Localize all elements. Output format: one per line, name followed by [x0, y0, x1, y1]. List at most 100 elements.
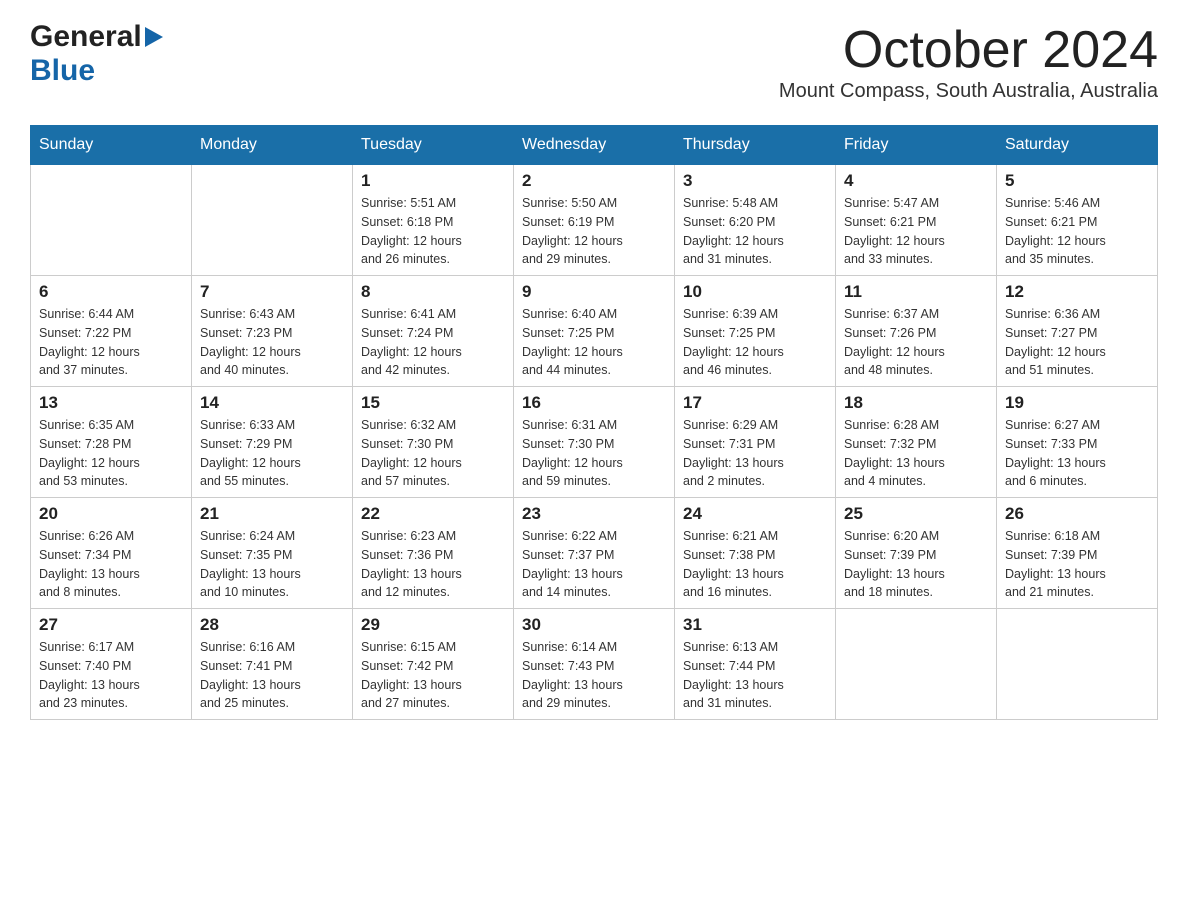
- day-number: 25: [844, 504, 988, 524]
- calendar-cell: 2 Sunrise: 5:50 AMSunset: 6:19 PMDaylight…: [514, 165, 675, 276]
- day-number: 15: [361, 393, 505, 413]
- calendar-cell: 19Sunrise: 6:27 AMSunset: 7:33 PMDayligh…: [997, 387, 1158, 498]
- day-info: Sunrise: 6:35 AMSunset: 7:28 PMDaylight:…: [39, 416, 183, 491]
- day-number: 28: [200, 615, 344, 635]
- month-title: October 2024: [779, 20, 1158, 80]
- day-info: Sunrise: 6:44 AMSunset: 7:22 PMDaylight:…: [39, 305, 183, 380]
- calendar-cell: 1Sunrise: 5:51 AMSunset: 6:18 PMDaylight…: [353, 165, 514, 276]
- day-info: Sunrise: 6:36 AMSunset: 7:27 PMDaylight:…: [1005, 305, 1149, 380]
- calendar-cell: 21 Sunrise: 6:24 AMSunset: 7:35 PMDayligh…: [192, 498, 353, 609]
- calendar-cell: 8Sunrise: 6:41 AMSunset: 7:24 PMDaylight…: [353, 276, 514, 387]
- day-info: Sunrise: 6:33 AMSunset: 7:29 PMDaylight:…: [200, 416, 344, 491]
- day-number: 7: [200, 282, 344, 302]
- day-number: 26: [1005, 504, 1149, 524]
- day-info: Sunrise: 6:17 AMSunset: 7:40 PMDaylight:…: [39, 638, 183, 713]
- day-number: 6: [39, 282, 183, 302]
- day-number: 23: [522, 504, 666, 524]
- logo: General Blue: [30, 20, 163, 88]
- calendar-cell: 26 Sunrise: 6:18 AMSunset: 7:39 PMDayligh…: [997, 498, 1158, 609]
- day-info: Sunrise: 6:21 AMSunset: 7:38 PMDaylight:…: [683, 527, 827, 602]
- calendar-cell: 4 Sunrise: 5:47 AMSunset: 6:21 PMDaylight…: [836, 165, 997, 276]
- calendar-cell: 28Sunrise: 6:16 AMSunset: 7:41 PMDayligh…: [192, 609, 353, 720]
- calendar-cell: 29Sunrise: 6:15 AMSunset: 7:42 PMDayligh…: [353, 609, 514, 720]
- day-number: 2: [522, 171, 666, 191]
- day-number: 1: [361, 171, 505, 191]
- calendar-cell: 13 Sunrise: 6:35 AMSunset: 7:28 PMDayligh…: [31, 387, 192, 498]
- day-info: Sunrise: 6:20 AMSunset: 7:39 PMDaylight:…: [844, 527, 988, 602]
- day-number: 10: [683, 282, 827, 302]
- weekday-header-friday: Friday: [836, 126, 997, 165]
- day-number: 5: [1005, 171, 1149, 191]
- day-info: Sunrise: 5:48 AMSunset: 6:20 PMDaylight:…: [683, 194, 827, 269]
- logo-general: General: [30, 20, 142, 54]
- day-info: Sunrise: 6:43 AMSunset: 7:23 PMDaylight:…: [200, 305, 344, 380]
- title-block: October 2024 Mount Compass, South Austra…: [779, 20, 1158, 117]
- day-number: 3: [683, 171, 827, 191]
- day-number: 19: [1005, 393, 1149, 413]
- day-number: 31: [683, 615, 827, 635]
- day-number: 20: [39, 504, 183, 524]
- calendar-cell: 24 Sunrise: 6:21 AMSunset: 7:38 PMDayligh…: [675, 498, 836, 609]
- day-number: 24: [683, 504, 827, 524]
- day-number: 4: [844, 171, 988, 191]
- weekday-header-sunday: Sunday: [31, 126, 192, 165]
- weekday-header-thursday: Thursday: [675, 126, 836, 165]
- day-info: Sunrise: 5:47 AMSunset: 6:21 PMDaylight:…: [844, 194, 988, 269]
- day-number: 9: [522, 282, 666, 302]
- calendar-week-row: 1Sunrise: 5:51 AMSunset: 6:18 PMDaylight…: [31, 165, 1158, 276]
- calendar-cell: 5 Sunrise: 5:46 AMSunset: 6:21 PMDaylight…: [997, 165, 1158, 276]
- calendar-week-row: 20 Sunrise: 6:26 AMSunset: 7:34 PMDayligh…: [31, 498, 1158, 609]
- calendar-cell: 17Sunrise: 6:29 AMSunset: 7:31 PMDayligh…: [675, 387, 836, 498]
- day-info: Sunrise: 5:50 AMSunset: 6:19 PMDaylight:…: [522, 194, 666, 269]
- day-number: 14: [200, 393, 344, 413]
- day-info: Sunrise: 6:37 AMSunset: 7:26 PMDaylight:…: [844, 305, 988, 380]
- day-info: Sunrise: 5:46 AMSunset: 6:21 PMDaylight:…: [1005, 194, 1149, 269]
- calendar-cell: 10 Sunrise: 6:39 AMSunset: 7:25 PMDayligh…: [675, 276, 836, 387]
- day-number: 30: [522, 615, 666, 635]
- calendar-cell: 6 Sunrise: 6:44 AMSunset: 7:22 PMDaylight…: [31, 276, 192, 387]
- calendar-cell: 14 Sunrise: 6:33 AMSunset: 7:29 PMDayligh…: [192, 387, 353, 498]
- weekday-header-monday: Monday: [192, 126, 353, 165]
- day-number: 22: [361, 504, 505, 524]
- day-number: 13: [39, 393, 183, 413]
- calendar-table: SundayMondayTuesdayWednesdayThursdayFrid…: [30, 125, 1158, 720]
- calendar-cell: [836, 609, 997, 720]
- calendar-cell: 18 Sunrise: 6:28 AMSunset: 7:32 PMDayligh…: [836, 387, 997, 498]
- calendar-cell: 12 Sunrise: 6:36 AMSunset: 7:27 PMDayligh…: [997, 276, 1158, 387]
- calendar-cell: 20 Sunrise: 6:26 AMSunset: 7:34 PMDayligh…: [31, 498, 192, 609]
- calendar-cell: 16Sunrise: 6:31 AMSunset: 7:30 PMDayligh…: [514, 387, 675, 498]
- day-number: 11: [844, 282, 988, 302]
- day-info: Sunrise: 6:29 AMSunset: 7:31 PMDaylight:…: [683, 416, 827, 491]
- day-info: Sunrise: 6:13 AMSunset: 7:44 PMDaylight:…: [683, 638, 827, 713]
- weekday-header-tuesday: Tuesday: [353, 126, 514, 165]
- logo-blue: Blue: [30, 54, 95, 87]
- day-info: Sunrise: 6:28 AMSunset: 7:32 PMDaylight:…: [844, 416, 988, 491]
- calendar-week-row: 13 Sunrise: 6:35 AMSunset: 7:28 PMDayligh…: [31, 387, 1158, 498]
- calendar-cell: 23 Sunrise: 6:22 AMSunset: 7:37 PMDayligh…: [514, 498, 675, 609]
- location-title: Mount Compass, South Australia, Australi…: [779, 80, 1158, 103]
- calendar-cell: 27 Sunrise: 6:17 AMSunset: 7:40 PMDayligh…: [31, 609, 192, 720]
- day-info: Sunrise: 6:14 AMSunset: 7:43 PMDaylight:…: [522, 638, 666, 713]
- calendar-cell: [192, 165, 353, 276]
- calendar-cell: 22Sunrise: 6:23 AMSunset: 7:36 PMDayligh…: [353, 498, 514, 609]
- day-number: 21: [200, 504, 344, 524]
- day-info: Sunrise: 6:18 AMSunset: 7:39 PMDaylight:…: [1005, 527, 1149, 602]
- day-number: 12: [1005, 282, 1149, 302]
- day-info: Sunrise: 6:22 AMSunset: 7:37 PMDaylight:…: [522, 527, 666, 602]
- day-number: 27: [39, 615, 183, 635]
- day-number: 16: [522, 393, 666, 413]
- weekday-header-wednesday: Wednesday: [514, 126, 675, 165]
- day-info: Sunrise: 6:24 AMSunset: 7:35 PMDaylight:…: [200, 527, 344, 602]
- calendar-cell: 15Sunrise: 6:32 AMSunset: 7:30 PMDayligh…: [353, 387, 514, 498]
- day-number: 29: [361, 615, 505, 635]
- calendar-header-row: SundayMondayTuesdayWednesdayThursdayFrid…: [31, 126, 1158, 165]
- calendar-cell: [31, 165, 192, 276]
- calendar-cell: 11 Sunrise: 6:37 AMSunset: 7:26 PMDayligh…: [836, 276, 997, 387]
- calendar-cell: [997, 609, 1158, 720]
- day-info: Sunrise: 6:26 AMSunset: 7:34 PMDaylight:…: [39, 527, 183, 602]
- calendar-cell: 3 Sunrise: 5:48 AMSunset: 6:20 PMDaylight…: [675, 165, 836, 276]
- calendar-week-row: 27 Sunrise: 6:17 AMSunset: 7:40 PMDayligh…: [31, 609, 1158, 720]
- day-number: 18: [844, 393, 988, 413]
- day-number: 8: [361, 282, 505, 302]
- day-info: Sunrise: 6:39 AMSunset: 7:25 PMDaylight:…: [683, 305, 827, 380]
